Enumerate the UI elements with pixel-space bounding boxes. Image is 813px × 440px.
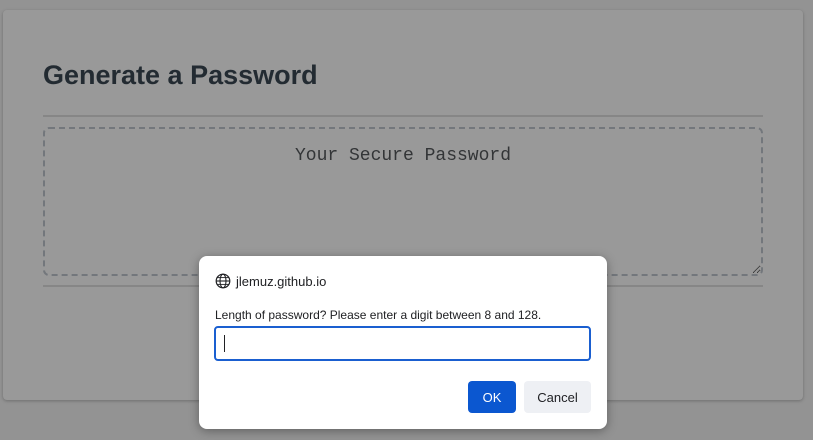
cancel-button[interactable]: Cancel — [524, 381, 591, 413]
dialog-origin-text: jlemuz.github.io — [236, 273, 327, 289]
text-caret — [224, 335, 225, 352]
dialog-origin: jlemuz.github.io — [215, 272, 326, 290]
ok-button[interactable]: OK — [468, 381, 516, 413]
browser-prompt-dialog: jlemuz.github.io Length of password? Ple… — [199, 256, 607, 429]
dialog-message: Length of password? Please enter a digit… — [215, 308, 542, 322]
prompt-input[interactable] — [214, 326, 591, 361]
globe-icon — [215, 273, 231, 289]
